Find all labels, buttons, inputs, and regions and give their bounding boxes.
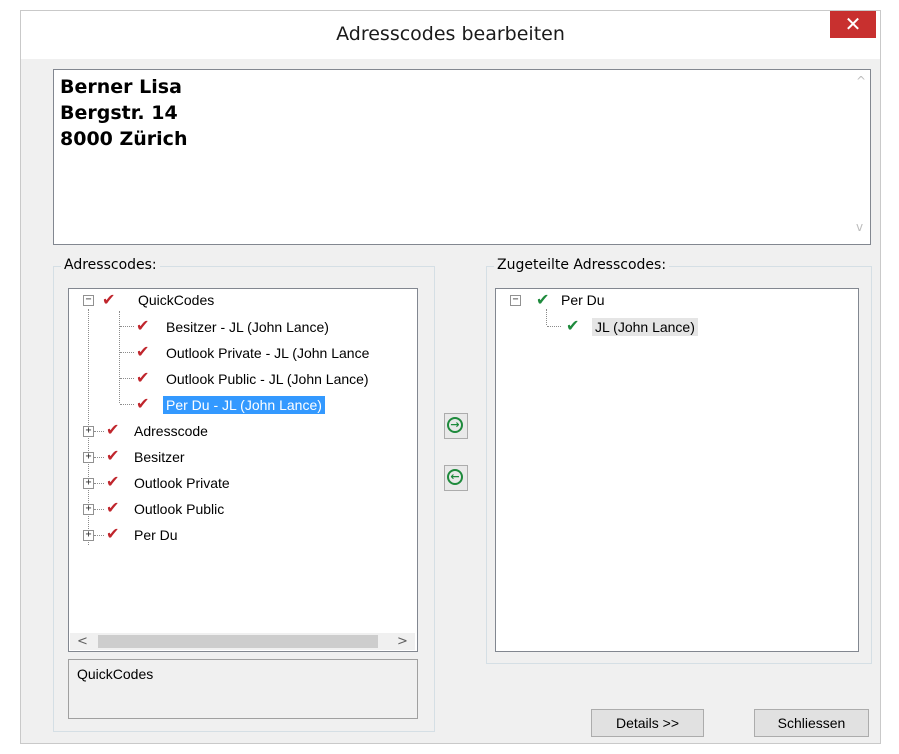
tree-connector bbox=[120, 378, 134, 379]
tree-node-label: Per Du - JL (John Lance) bbox=[163, 396, 325, 414]
tree-connector bbox=[546, 309, 547, 325]
check-icon: ✔ bbox=[566, 316, 580, 335]
check-icon: ✔ bbox=[106, 472, 120, 491]
tree-connector bbox=[120, 352, 134, 353]
address-city: 8000 Zürich bbox=[60, 128, 188, 150]
tree-node-outlook-private[interactable]: Outlook Private bbox=[131, 472, 233, 494]
details-button[interactable]: Details >> bbox=[591, 709, 704, 737]
tree-node-jl-john-lance[interactable]: JL (John Lance) bbox=[592, 316, 698, 338]
tree-connector bbox=[120, 404, 134, 405]
zugeteilte-adresscodes-legend: Zugeteilte Adresscodes: bbox=[494, 257, 670, 273]
tree-node-per-du[interactable]: Per Du bbox=[558, 289, 608, 311]
tree-node-label: Besitzer bbox=[134, 449, 185, 465]
scroll-up-icon[interactable]: ^ bbox=[856, 74, 866, 88]
check-icon: ✔ bbox=[536, 290, 550, 309]
unassign-button[interactable]: ← bbox=[444, 465, 468, 491]
tree-connector bbox=[119, 311, 120, 403]
tree-connector bbox=[94, 431, 104, 432]
tree-node-adresscode[interactable]: Adresscode bbox=[131, 420, 211, 442]
tree-connector bbox=[94, 483, 104, 484]
assign-button[interactable]: → bbox=[444, 413, 468, 439]
close-button[interactable]: Schliessen bbox=[754, 709, 869, 737]
scroll-left-icon[interactable]: < bbox=[74, 633, 91, 650]
tree-node-label: Outlook Private - JL (John Lance bbox=[166, 345, 370, 361]
title-bar: Adresscodes bearbeiten ✕ bbox=[21, 11, 880, 59]
tree-node-outlook-public[interactable]: Outlook Public bbox=[131, 498, 227, 520]
address-name: Berner Lisa bbox=[60, 76, 182, 98]
tree-connector bbox=[120, 326, 134, 327]
status-text: QuickCodes bbox=[77, 666, 154, 682]
tree-node-quickcodes[interactable]: QuickCodes bbox=[135, 289, 217, 311]
collapse-icon[interactable]: − bbox=[83, 295, 94, 306]
check-icon: ✔ bbox=[106, 524, 120, 543]
tree-node-per-du[interactable]: Per Du bbox=[131, 524, 181, 546]
tree-horizontal-scrollbar[interactable]: < > bbox=[70, 633, 415, 650]
tree-connector bbox=[94, 535, 104, 536]
tree-node-label: JL (John Lance) bbox=[592, 318, 698, 336]
check-icon: ✔ bbox=[106, 498, 120, 517]
tree-node-label: QuickCodes bbox=[138, 292, 215, 308]
tree-connector bbox=[94, 509, 104, 510]
tree-node-per-du-jl[interactable]: Per Du - JL (John Lance) bbox=[163, 394, 325, 416]
check-icon: ✔ bbox=[106, 446, 120, 465]
tree-connector bbox=[547, 326, 561, 327]
check-icon: ✔ bbox=[136, 394, 150, 413]
address-scrollbar[interactable]: ^ v bbox=[853, 70, 870, 244]
expand-icon[interactable]: + bbox=[83, 426, 94, 437]
collapse-icon[interactable]: − bbox=[510, 295, 521, 306]
check-icon: ✔ bbox=[136, 368, 150, 387]
arrow-left-icon: ← bbox=[447, 469, 463, 485]
adresscodes-legend: Adresscodes: bbox=[61, 257, 160, 273]
dialog-title: Adresscodes bearbeiten bbox=[336, 23, 565, 45]
check-icon: ✔ bbox=[102, 290, 116, 309]
tree-node-label: Adresscode bbox=[134, 423, 208, 439]
dialog-window: Adresscodes bearbeiten ✕ Berner Lisa Ber… bbox=[20, 10, 881, 744]
adresscodes-tree[interactable]: − ✔ QuickCodes ✔ Besitzer - JL (John Lan… bbox=[68, 288, 418, 652]
tree-connector bbox=[94, 457, 104, 458]
expand-icon[interactable]: + bbox=[83, 478, 94, 489]
tree-node-besitzer-jl[interactable]: Besitzer - JL (John Lance) bbox=[163, 316, 332, 338]
expand-icon[interactable]: + bbox=[83, 452, 94, 463]
check-icon: ✔ bbox=[136, 342, 150, 361]
tree-node-label: Outlook Public - JL (John Lance) bbox=[166, 371, 369, 387]
expand-icon[interactable]: + bbox=[83, 504, 94, 515]
tree-node-outlook-private-jl[interactable]: Outlook Private - JL (John Lance bbox=[163, 342, 372, 364]
tree-node-label: Per Du bbox=[134, 527, 178, 543]
tree-node-label: Outlook Public bbox=[134, 501, 225, 517]
address-display: Berner Lisa Bergstr. 14 8000 Zürich ^ v bbox=[53, 69, 871, 245]
scroll-down-icon[interactable]: v bbox=[856, 220, 863, 234]
selected-code-status: QuickCodes bbox=[68, 659, 418, 719]
tree-node-label: Outlook Private bbox=[134, 475, 230, 491]
arrow-right-icon: → bbox=[447, 417, 463, 433]
tree-node-label: Besitzer - JL (John Lance) bbox=[166, 319, 329, 335]
tree-node-outlook-public-jl[interactable]: Outlook Public - JL (John Lance) bbox=[163, 368, 372, 390]
address-street: Bergstr. 14 bbox=[60, 102, 178, 124]
tree-node-label: Per Du bbox=[561, 292, 605, 308]
check-icon: ✔ bbox=[106, 420, 120, 439]
expand-icon[interactable]: + bbox=[83, 530, 94, 541]
close-icon[interactable]: ✕ bbox=[830, 11, 876, 38]
scroll-right-icon[interactable]: > bbox=[394, 633, 411, 650]
check-icon: ✔ bbox=[136, 316, 150, 335]
scrollbar-thumb[interactable] bbox=[98, 635, 378, 648]
tree-node-besitzer[interactable]: Besitzer bbox=[131, 446, 188, 468]
zugeteilte-adresscodes-tree[interactable]: − ✔ Per Du ✔ JL (John Lance) bbox=[495, 288, 859, 652]
